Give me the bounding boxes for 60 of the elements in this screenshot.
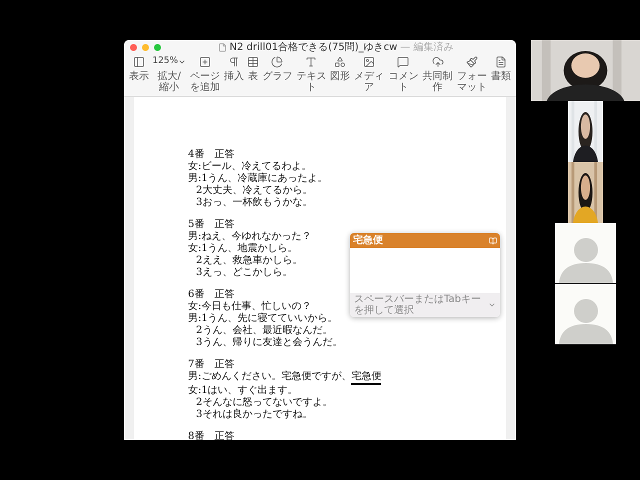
document-icon [494,56,507,68]
dialogue-line: 2ええ、救急車かしら。 [196,255,302,267]
composing-text: 宅急便 [351,371,382,385]
add-page-icon [198,56,211,68]
paintbrush-icon [466,56,478,68]
question-heading: 8番 正答 [188,431,234,440]
toolbar-button[interactable]: メディア [353,55,384,93]
question-heading: 5番 正答 [188,219,234,231]
dialogue-line: 3うん、帰りに友達と会うんだ。 [196,337,342,349]
toolbar-button[interactable]: コメント [388,55,419,93]
question-heading: 4番 正答 [188,149,234,161]
dialogue-line: 男:1うん、先に寝てていいから。 [188,313,338,324]
toolbar-button[interactable]: フォーマット [456,55,488,93]
question-heading: 7番 正答 [188,359,234,371]
dialogue-line: 2そんなに怒ってないですよ。 [196,397,332,408]
book-icon [489,236,497,244]
dialogue-line: 男:ごめんください。宅急便ですが、 [188,371,352,384]
toolbar-button[interactable]: 書類 [490,55,511,82]
person-icon [556,296,614,344]
person-icon [556,235,614,283]
close-button[interactable] [130,44,137,51]
text-icon [305,56,318,68]
toolbar-button[interactable]: テキスト [296,55,327,93]
toolbar-button[interactable]: 表 [247,55,260,82]
shapes-icon [334,56,346,68]
hint-text: スペースバーまたはTabキーを押して選択 [354,294,482,316]
edit-status: — 編集済み [400,40,454,55]
toolbar-button[interactable]: グラフ [262,55,292,82]
toolbar-button[interactable]: 挿入 [224,55,244,82]
chart-icon [271,56,284,68]
chevron-down-icon[interactable] [488,301,496,309]
pilcrow-icon [228,56,240,68]
question-heading: 6番 正答 [188,289,234,301]
chevron-down-icon [178,58,186,66]
toolbar-button[interactable]: 125% 拡大/縮小 [152,55,186,93]
image-icon [362,56,375,68]
sidebar-icon [133,56,145,68]
toolbar-button[interactable]: 図形 [330,55,350,82]
toolbar-button[interactable]: 共同制作 [422,55,454,93]
window-title: N2 drill01合格できる(75問)_ゆきcw [230,40,398,55]
dialogue-line: 2大丈夫、冷えてるから。 [196,185,312,196]
minimize-button[interactable] [142,44,149,51]
zoom-value: 125% [152,55,178,68]
dialogue-line: 3えっ、どこかしら。 [196,267,292,279]
toolbar-button[interactable]: ページを追加 [189,55,220,93]
comment-icon [397,56,410,68]
dialogue-line: 女:1はい、すぐ出ます。 [188,385,298,397]
dialogue-line: 2うん、会社、最近暇なんだ。 [196,325,332,336]
dialogue-line: 男:ねえ、今ゆれなかった？ [188,231,312,242]
document-icon [218,43,227,52]
toolbar-button[interactable]: 表示 [129,55,149,82]
table-icon [247,56,260,68]
dialogue-line: 3おっ、一杯飲もうかな。 [196,197,312,209]
cloud-icon [432,56,444,68]
dialogue-line: 女:今日も仕事、忙しいの？ [188,301,312,312]
dialogue-line: 女:ビール、冷えてるわよ。 [188,161,312,172]
dialogue-line: 女:1うん、地震かしら。 [188,243,298,254]
dialogue-line: 男:1うん、冷蔵庫にあったよ。 [188,173,328,184]
zoom-button[interactable] [154,44,161,51]
dialogue-line: 3それは良かったですね。 [196,409,312,421]
